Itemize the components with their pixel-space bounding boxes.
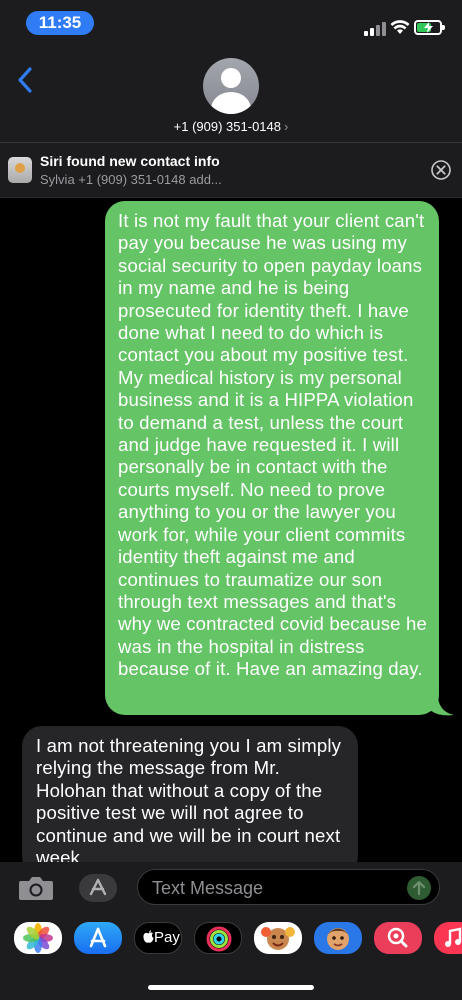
- memoji-stickers-icon[interactable]: [314, 922, 362, 954]
- wifi-icon: [390, 20, 410, 34]
- chevron-left-icon[interactable]: [16, 66, 34, 94]
- battery-charging-icon: [414, 20, 445, 35]
- activity-icon[interactable]: [194, 922, 242, 954]
- cellular-signal-icon: [364, 22, 386, 36]
- contact-avatar[interactable]: [203, 58, 259, 114]
- siri-banner-subtitle: Sylvia +1 (909) 351-0148 add...: [40, 172, 222, 187]
- message-text: It is not my fault that your client can'…: [118, 210, 427, 680]
- image-search-icon[interactable]: [374, 922, 422, 954]
- memoji-icon[interactable]: [254, 922, 302, 954]
- status-bar: 11:35: [0, 0, 462, 46]
- arrow-up-icon: [412, 880, 426, 896]
- close-icon[interactable]: [430, 159, 452, 181]
- message-bubble-incoming[interactable]: I am not threatening you I am simply rel…: [22, 726, 358, 876]
- contact-number: +1 (909) 351-0148: [173, 119, 281, 134]
- message-bubble-outgoing[interactable]: It is not my fault that your client can'…: [105, 201, 439, 715]
- siri-banner-title: Siri found new contact info: [40, 153, 220, 169]
- camera-icon[interactable]: [18, 875, 54, 901]
- music-app-icon[interactable]: [434, 922, 462, 954]
- send-button[interactable]: [407, 876, 431, 900]
- app-store-apps-icon[interactable]: [78, 873, 118, 903]
- bubble-tail: [428, 698, 454, 716]
- home-indicator[interactable]: [148, 985, 314, 990]
- siri-suggestion-banner[interactable]: Siri found new contact info Sylvia +1 (9…: [0, 142, 462, 198]
- message-text: I am not threatening you I am simply rel…: [36, 735, 342, 869]
- app-store-icon[interactable]: [74, 922, 122, 954]
- status-time[interactable]: 11:35: [26, 11, 94, 35]
- contact-name[interactable]: +1 (909) 351-0148 ›: [0, 119, 462, 134]
- apple-pay-label: Pay: [154, 929, 180, 946]
- apple-pay-icon[interactable]: Pay: [134, 922, 182, 954]
- contact-card-icon: [8, 157, 32, 183]
- message-input[interactable]: [152, 876, 392, 900]
- photos-app-icon[interactable]: [14, 922, 62, 954]
- message-text-field[interactable]: [137, 869, 440, 905]
- message-input-bar: [0, 862, 462, 912]
- conversation-header: +1 (909) 351-0148 ›: [0, 46, 462, 142]
- chevron-right-icon: ›: [284, 119, 289, 134]
